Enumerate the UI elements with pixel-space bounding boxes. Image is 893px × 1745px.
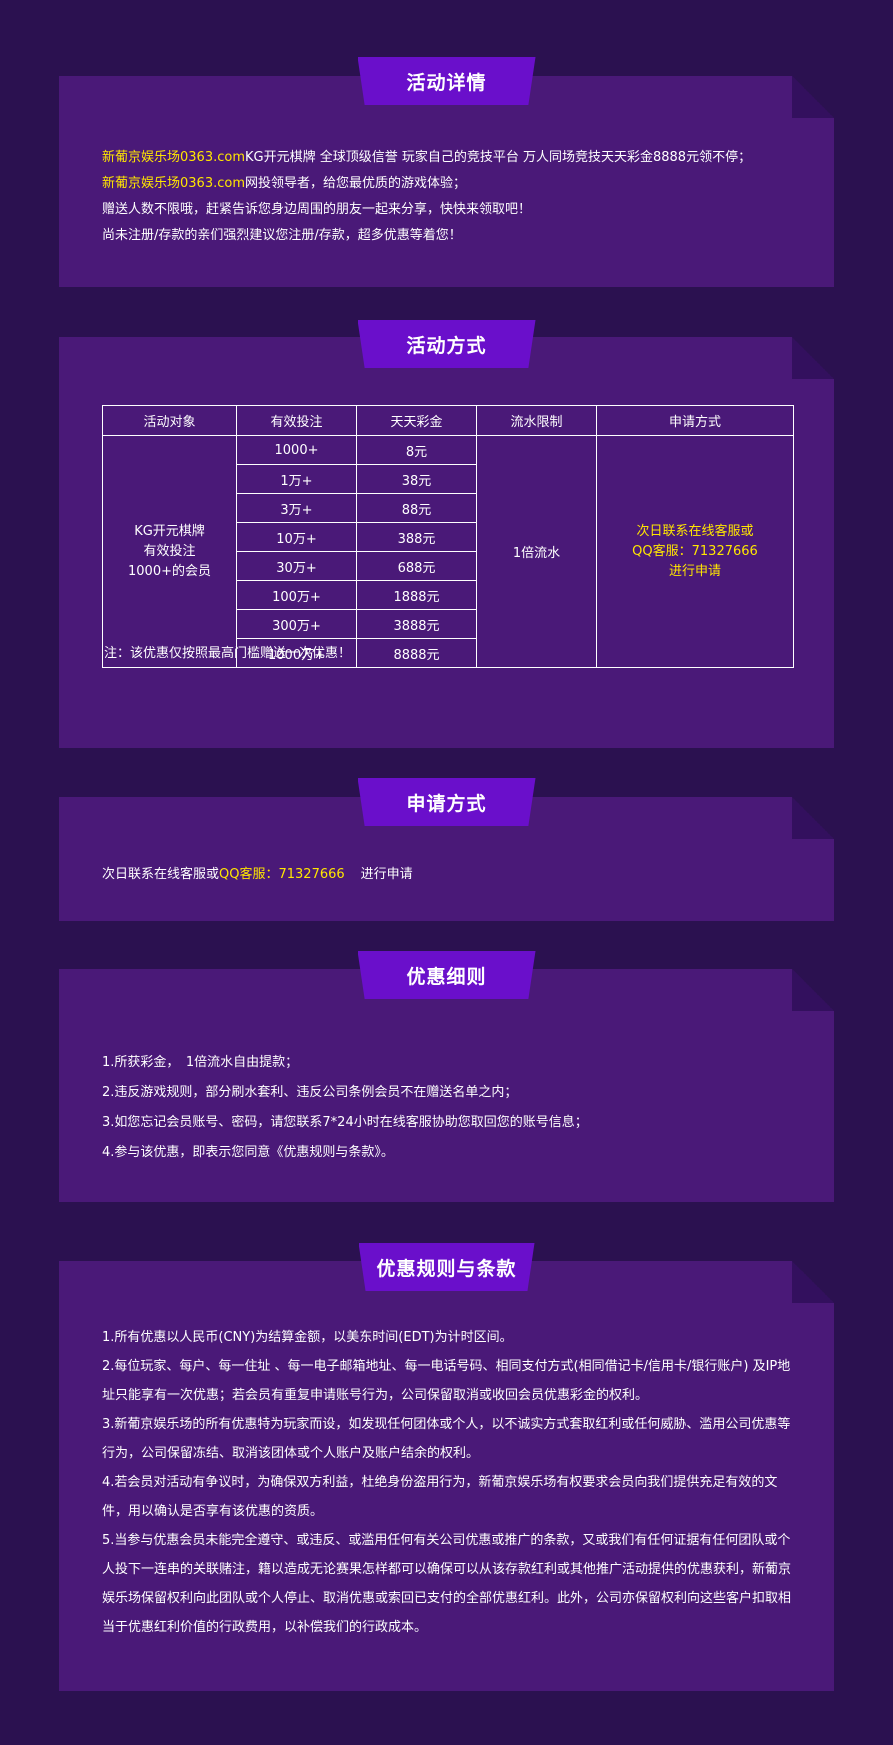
header-bet: 有效投注: [236, 405, 357, 436]
corner-fold: [792, 1261, 834, 1303]
section-activity-details: 新葡京娱乐场0363.comKG开元棋牌 全球顶级信誉 玩家自己的竞技平台 万人…: [59, 76, 834, 287]
table-row: KG开元棋牌 有效投注 1000+的会员 1000+ 8元 1倍流水 次日联系在…: [102, 435, 794, 668]
bonus-cell: 8元: [356, 435, 477, 465]
section-terms: 1.所有优惠以人民币(CNY)为结算金额，以美东时间(EDT)为计时区间。 2.…: [59, 1261, 834, 1691]
table-header-row: 活动对象 有效投注 天天彩金 流水限制 申请方式: [102, 405, 794, 436]
section-title-details: 活动详情: [357, 57, 536, 105]
bonus-cell: 388元: [356, 522, 477, 552]
bet-cell: 100万+: [236, 580, 357, 610]
section-title-method: 活动方式: [357, 320, 536, 368]
header-flow: 流水限制: [476, 405, 597, 436]
bet-cell: 30万+: [236, 551, 357, 581]
list-item: 2.每位玩家、每户、每一住址 、每一电子邮箱地址、每一电话号码、相同支付方式(相…: [102, 1359, 791, 1403]
details-line: 新葡京娱乐场0363.comKG开元棋牌 全球顶级信誉 玩家自己的竞技平台 万人…: [102, 150, 752, 165]
header-bonus: 天天彩金: [356, 405, 477, 436]
list-item: 2.违反游戏规则，部分刷水套利、违反公司条例会员不在赠送名单之内；: [102, 1085, 518, 1100]
details-line: 尚未注册/存款的亲们强烈建议您注册/存款，超多优惠等着您！: [102, 228, 462, 243]
terms-list: 1.所有优惠以人民币(CNY)为结算金额，以美东时间(EDT)为计时区间。 2.…: [102, 1323, 792, 1642]
details-text: 新葡京娱乐场0363.comKG开元棋牌 全球顶级信誉 玩家自己的竞技平台 万人…: [102, 145, 804, 249]
bonus-cell: 1888元: [356, 580, 477, 610]
apply-text: 次日联系在线客服或QQ客服：71327666 进行申请: [102, 867, 413, 882]
section-title-offer-details: 优惠细则: [357, 951, 536, 999]
bet-cell: 1万+: [236, 464, 357, 494]
bonus-cell: 688元: [356, 551, 477, 581]
corner-fold: [792, 76, 834, 118]
bonus-cell: 88元: [356, 493, 477, 523]
details-line: 赠送人数不限哦，赶紧告诉您身边周围的朋友一起来分享，快快来领取吧！: [102, 202, 532, 217]
list-item: 1.所获彩金， 1倍流水自由提款；: [102, 1055, 299, 1070]
corner-fold: [792, 337, 834, 379]
header-apply: 申请方式: [596, 405, 794, 436]
reward-table: 活动对象 有效投注 天天彩金 流水限制 申请方式 KG开元棋牌 有效投注 100…: [102, 405, 794, 668]
apply-cell: 次日联系在线客服或 QQ客服：71327666 进行申请: [596, 435, 794, 668]
list-item: 3.新葡京娱乐场的所有优惠特为玩家而设，如发现任何团体或个人，以不诚实方式套取红…: [102, 1417, 791, 1461]
list-item: 4.参与该优惠，即表示您同意《优惠规则与条款》。: [102, 1145, 394, 1160]
list-item: 5.当参与优惠会员未能完全遵守、或违反、或滥用任何有关公司优惠或推广的条款，又或…: [102, 1533, 792, 1635]
bonus-cell: 8888元: [356, 638, 477, 668]
section-offer-details: 1.所获彩金， 1倍流水自由提款； 2.违反游戏规则，部分刷水套利、违反公司条例…: [59, 969, 834, 1202]
bonus-cell: 38元: [356, 464, 477, 494]
offer-details-list: 1.所获彩金， 1倍流水自由提款； 2.违反游戏规则，部分刷水套利、违反公司条例…: [102, 1048, 804, 1168]
bet-cell: 10万+: [236, 522, 357, 552]
list-item: 1.所有优惠以人民币(CNY)为结算金额，以美东时间(EDT)为计时区间。: [102, 1330, 513, 1345]
details-line: 新葡京娱乐场0363.com网投领导者，给您最优质的游戏体验；: [102, 176, 466, 191]
list-item: 4.若会员对活动有争议时，为确保双方利益，杜绝身份盗用行为，新葡京娱乐场有权要求…: [102, 1475, 778, 1519]
corner-fold: [792, 797, 834, 839]
apply-qq: QQ客服：71327666: [219, 867, 345, 882]
bet-cell: 1000+: [236, 435, 357, 465]
list-item: 3.如您忘记会员账号、密码，请您联系7*24小时在线客服协助您取回您的账号信息；: [102, 1115, 588, 1130]
header-target: 活动对象: [102, 405, 237, 436]
section-title-terms: 优惠规则与条款: [358, 1243, 535, 1291]
flow-cell: 1倍流水: [476, 435, 597, 668]
bet-cell: 3万+: [236, 493, 357, 523]
bonus-cell: 3888元: [356, 609, 477, 639]
method-note: 注：该优惠仅按照最高门槛赠送一次优惠！: [104, 646, 352, 661]
section-activity-method: 活动对象 有效投注 天天彩金 流水限制 申请方式 KG开元棋牌 有效投注 100…: [59, 337, 834, 748]
section-title-apply: 申请方式: [357, 778, 536, 826]
bet-cell: 300万+: [236, 609, 357, 639]
corner-fold: [792, 969, 834, 1011]
target-cell: KG开元棋牌 有效投注 1000+的会员: [102, 435, 237, 668]
